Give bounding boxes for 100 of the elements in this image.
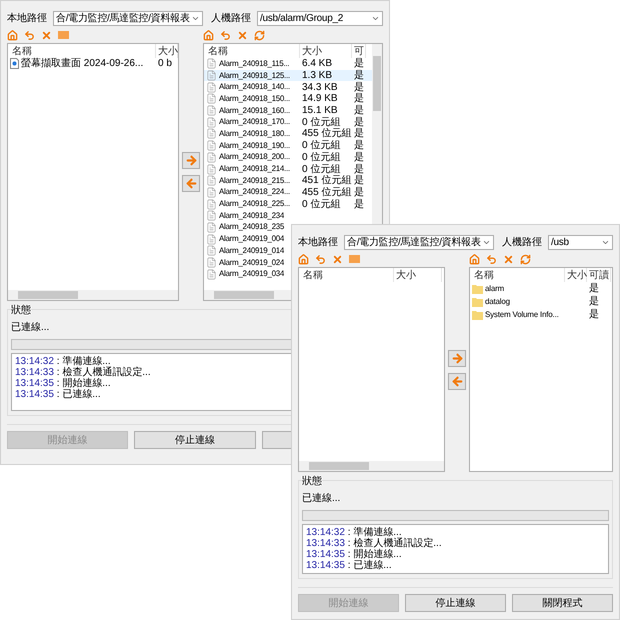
file-icon (206, 82, 217, 93)
file-row[interactable]: alarm 是 (470, 282, 612, 295)
column-header[interactable]: 大小 (565, 268, 587, 282)
left-arrow-icon (184, 177, 198, 190)
column-header[interactable]: 大小 (394, 268, 442, 282)
action-button[interactable]: 關閉程式 (512, 594, 613, 612)
folder-icon (472, 296, 483, 306)
file-row[interactable]: datalog 是 (470, 295, 612, 308)
file-row[interactable]: Alarm_240918_125... 1.3 KB 是 (204, 70, 372, 82)
file-row[interactable]: Alarm_240918_215... 451 位元組 是 (204, 174, 372, 187)
download-button[interactable] (448, 372, 466, 390)
file-name: datalog (485, 296, 510, 308)
readable-label: 是 (353, 80, 364, 93)
file-row[interactable]: Alarm_240918_140... 34.3 KB 是 (204, 81, 372, 94)
home-icon[interactable] (203, 30, 214, 40)
log-line: 13:14:35 : 開始連線... (15, 378, 112, 389)
file-row[interactable]: Alarm_240918_225... 0 位元組 是 (204, 198, 372, 210)
file-row[interactable]: Alarm_240918_150... 14.9 KB 是 (204, 93, 372, 105)
home-icon[interactable] (469, 254, 480, 264)
delete-icon[interactable] (41, 30, 52, 40)
file-size: 451 位元組 (301, 174, 352, 187)
file-row[interactable]: Alarm_240918_180... 455 位元組 是 (204, 128, 372, 140)
file-icon (206, 222, 217, 233)
file-row[interactable]: Alarm_240918_170... 0 位元組 是 (204, 116, 372, 128)
file-icon (206, 116, 217, 128)
file-name: Alarm_240918_180... (219, 128, 290, 140)
column-header[interactable]: 名稱 (470, 268, 565, 282)
file-size: 0 位元組 (301, 198, 342, 212)
delete-icon[interactable] (237, 30, 248, 40)
file-size: 6.4 KB (301, 57, 334, 71)
file-icon (206, 70, 217, 82)
file-row[interactable]: Alarm_240918_235 (204, 222, 372, 234)
undo-icon[interactable] (24, 30, 35, 40)
file-row[interactable]: Alarm_240918_115... 6.4 KB 是 (204, 58, 372, 70)
home-icon[interactable] (298, 254, 309, 264)
file-icon (206, 245, 217, 256)
dropdown-caret-icon (601, 238, 610, 247)
file-icon (206, 210, 217, 222)
column-header[interactable]: 名稱 (299, 268, 394, 282)
file-name: Alarm_240918_214... (219, 163, 290, 176)
upload-button[interactable] (182, 152, 200, 169)
path-dropdown[interactable]: /usb/alarm/Group_2 (257, 11, 383, 26)
readable-label: 是 (353, 162, 364, 175)
file-size: 0 位元組 (301, 116, 342, 128)
horizontal-scrollbar[interactable] (8, 290, 178, 300)
refresh-icon[interactable] (254, 30, 265, 40)
file-row[interactable]: Alarm_240918_214... 0 位元組 是 (204, 163, 372, 175)
readable-label: 是 (588, 295, 599, 309)
action-button[interactable]: 停止連線 (405, 594, 506, 612)
log-line: 13:14:32 : 準備連線... (306, 527, 402, 538)
file-row[interactable]: System Volume Info... 是 (470, 308, 612, 321)
download-button[interactable] (182, 175, 200, 192)
file-row[interactable]: Alarm_240918_200... 0 位元組 是 (204, 152, 372, 164)
file-size: 34.3 KB (301, 80, 339, 94)
file-name: Alarm_240919_014 (219, 244, 284, 257)
undo-icon[interactable] (220, 30, 231, 40)
undo-icon[interactable] (315, 254, 326, 264)
file-row[interactable]: 螢幕擷取畫面 2024-09-26... 0 b (8, 58, 178, 70)
file-icon (206, 93, 217, 104)
dropdown-caret-icon (371, 14, 380, 23)
file-name: Alarm_240918_235 (219, 221, 284, 234)
horizontal-scrollbar[interactable] (299, 461, 444, 471)
folder-icon (472, 284, 483, 294)
file-size: 455 位元組 (301, 186, 352, 199)
column-header[interactable]: 可讀 (587, 268, 611, 282)
file-row[interactable]: Alarm_240918_234 (204, 210, 372, 222)
home-icon[interactable] (7, 30, 18, 40)
file-name: Alarm_240918_140... (219, 81, 290, 94)
upload-button[interactable] (448, 350, 466, 366)
column-header[interactable]: 可 (352, 44, 366, 58)
file-row[interactable]: Alarm_240918_190... 0 位元組 是 (204, 140, 372, 152)
path-label: 人機路徑 (211, 12, 252, 26)
file-row[interactable]: Alarm_240919_024 (204, 256, 372, 268)
path-dropdown[interactable]: 合/電力監控/馬達監控/資料報表 (53, 11, 203, 26)
file-icon (206, 140, 217, 152)
delete-icon[interactable] (503, 254, 514, 264)
action-button[interactable]: 停止連線 (134, 431, 256, 449)
file-name: Alarm_240918_215... (219, 174, 290, 187)
file-size: 1.3 KB (301, 69, 334, 83)
file-size: 0 位元組 (301, 139, 342, 152)
readable-label: 是 (353, 104, 364, 117)
log-line: 13:14:35 : 開始連線... (306, 549, 403, 560)
column-header[interactable]: 大小 (300, 44, 352, 58)
file-name: Alarm_240918_190... (219, 140, 290, 152)
column-header[interactable]: 大小 (156, 44, 178, 58)
undo-icon[interactable] (486, 254, 497, 264)
file-name: Alarm_240919_004 (219, 233, 284, 246)
file-size: 0 位元組 (301, 150, 342, 164)
path-dropdown[interactable]: /usb (548, 235, 613, 250)
file-icon (206, 234, 217, 245)
readable-label: 是 (353, 150, 364, 164)
file-size: 0 b (157, 57, 173, 72)
log-line: 13:14:35 : 已連線... (15, 389, 102, 400)
file-row[interactable]: Alarm_240918_224... 455 位元組 是 (204, 186, 372, 198)
column-header[interactable]: 名稱 (204, 44, 300, 58)
delete-icon[interactable] (332, 254, 343, 264)
file-size: 15.1 KB (301, 104, 339, 117)
file-row[interactable]: Alarm_240918_160... 15.1 KB 是 (204, 104, 372, 116)
refresh-icon[interactable] (520, 254, 531, 264)
path-dropdown[interactable]: 合/電力監控/馬達監控/資料報表 (344, 235, 494, 250)
